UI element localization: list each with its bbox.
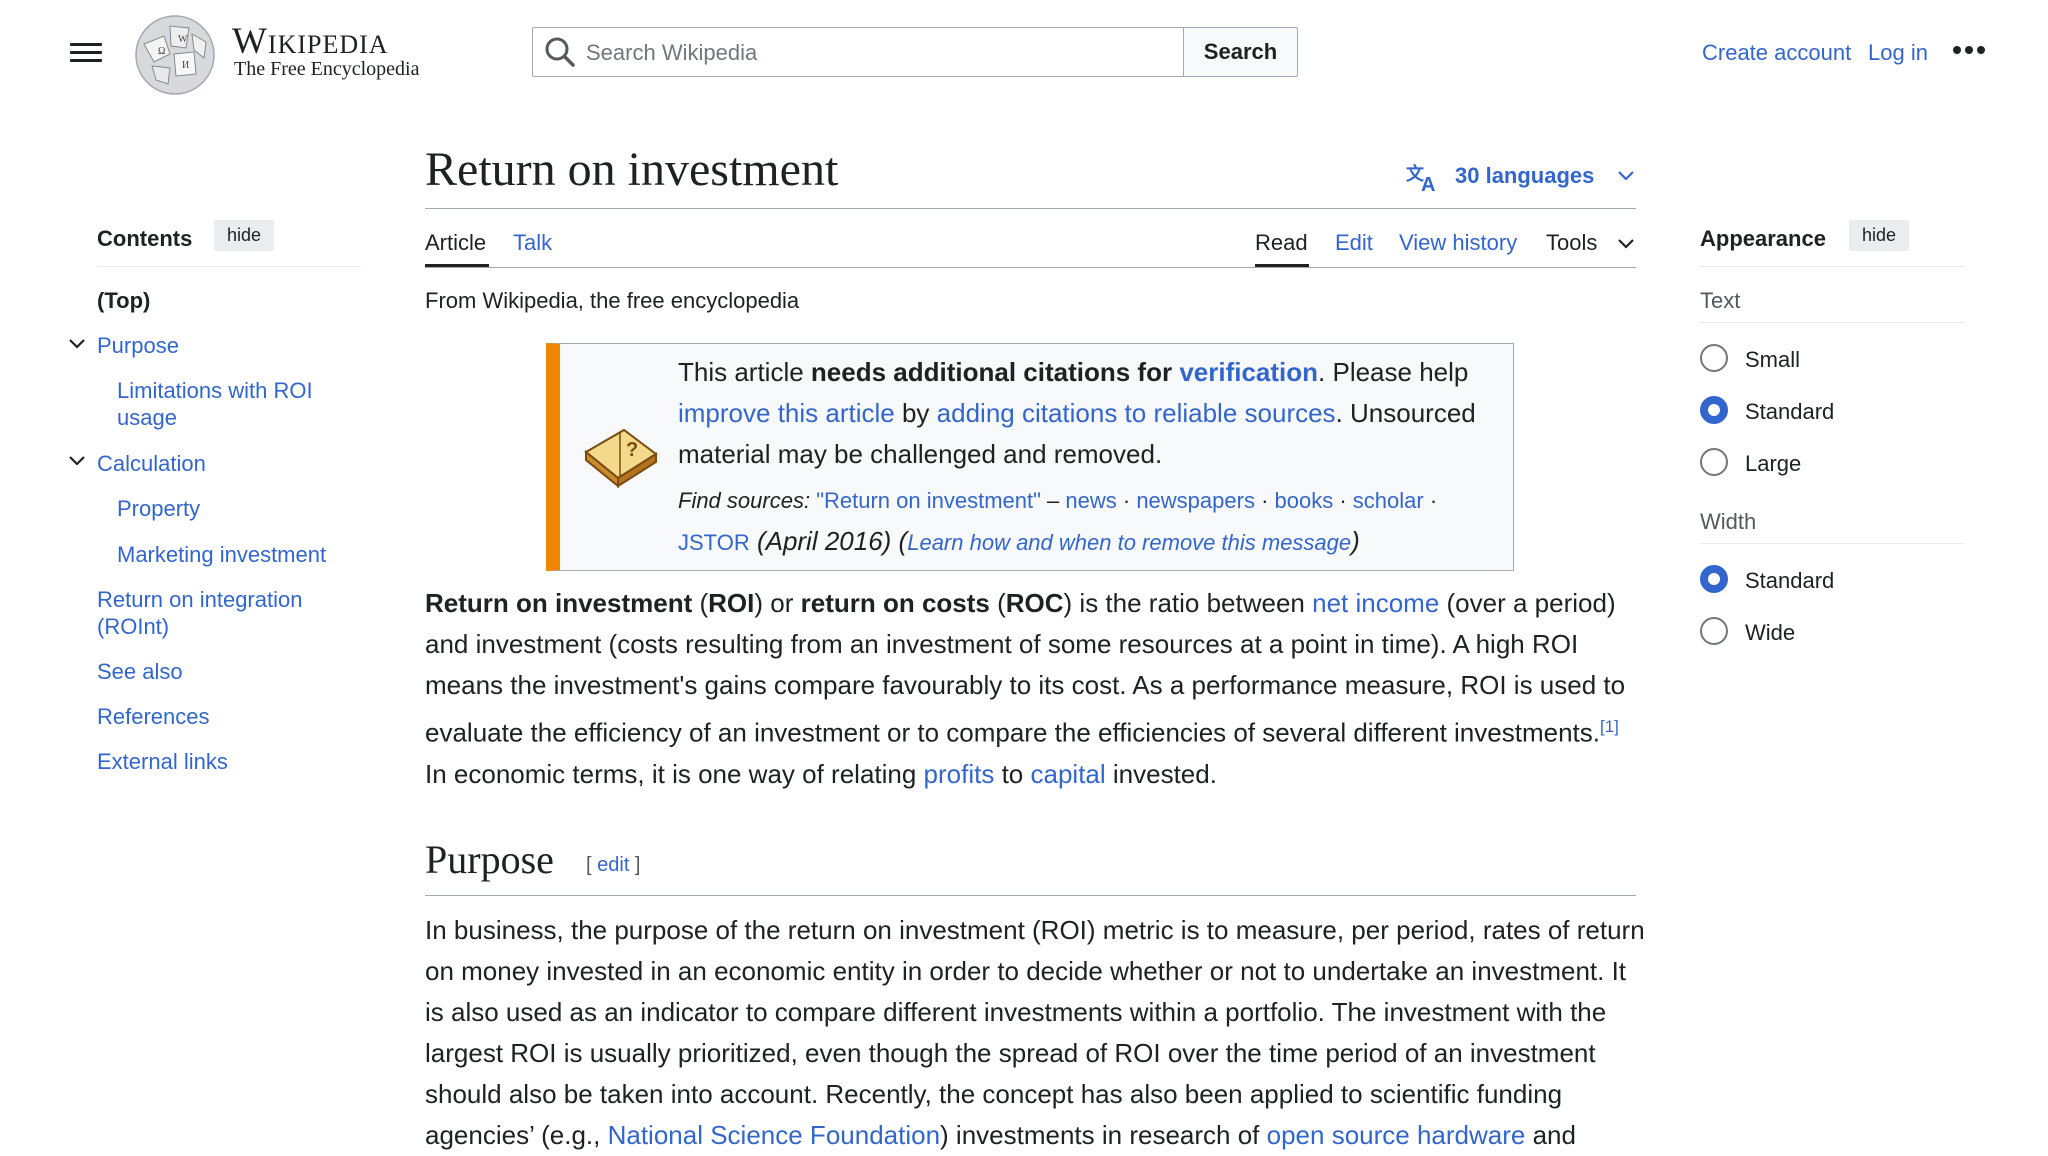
wikipedia-globe-logo[interactable]: Ω W И — [134, 14, 216, 96]
tabs-divider — [425, 267, 1636, 268]
width-wide-radio[interactable] — [1700, 617, 1728, 645]
language-icon[interactable]: 文 A — [1406, 162, 1442, 194]
svg-text:W: W — [178, 34, 188, 45]
toc-item-purpose[interactable]: Purpose — [97, 333, 179, 359]
chevron-down-icon[interactable] — [1617, 238, 1635, 250]
text-size-large-label[interactable]: Large — [1745, 451, 1801, 477]
source-query-link[interactable]: "Return on investment" — [816, 488, 1041, 513]
section-heading-purpose: Purpose — [425, 837, 554, 882]
more-options-icon[interactable] — [1952, 44, 1986, 56]
books-link[interactable]: books — [1275, 488, 1334, 513]
width-standard-radio[interactable] — [1700, 565, 1728, 593]
lead-paragraph: Return on investment (ROI) or return on … — [425, 588, 1626, 789]
toc-item-references[interactable]: References — [97, 704, 210, 730]
text-size-standard-radio[interactable] — [1700, 396, 1728, 424]
remove-message-link[interactable]: Learn how and when to remove this messag… — [907, 530, 1351, 555]
tab-talk[interactable]: Talk — [513, 230, 552, 256]
svg-text:A: A — [1421, 174, 1435, 194]
toc-title: Contents — [97, 226, 193, 251]
page-title: Return on investment — [425, 143, 839, 196]
chevron-down-icon[interactable] — [68, 455, 86, 467]
purpose-paragraph: In business, the purpose of the return o… — [425, 915, 1645, 1150]
reference-1[interactable]: [1] — [1600, 717, 1619, 736]
improve-article-link[interactable]: improve this article — [678, 398, 895, 428]
appearance-title: Appearance — [1700, 226, 1826, 251]
book-question-icon: ? — [584, 428, 658, 489]
edit-section-link[interactable]: edit — [597, 854, 629, 876]
text-size-standard-label[interactable]: Standard — [1745, 399, 1834, 425]
tab-article[interactable]: Article — [425, 230, 486, 256]
wikipedia-tagline: The Free Encyclopedia — [234, 58, 420, 80]
toc-item-property[interactable]: Property — [117, 496, 200, 522]
search-input[interactable] — [584, 31, 1178, 75]
width-wide-label[interactable]: Wide — [1745, 620, 1795, 646]
languages-button[interactable]: 30 languages — [1455, 163, 1594, 189]
text-size-small-label[interactable]: Small — [1745, 347, 1800, 373]
notice-text: This article needs additional citations … — [678, 357, 1476, 469]
svg-text:?: ? — [626, 439, 638, 461]
toc-item-return-on-integration[interactable]: Return on integration — [97, 587, 302, 613]
toc-item-limitations[interactable]: Limitations with ROI — [117, 378, 313, 404]
toc-item-marketing-investment[interactable]: Marketing investment — [117, 542, 326, 568]
svg-text:И: И — [182, 60, 189, 71]
site-subtitle: From Wikipedia, the free encyclopedia — [425, 288, 800, 313]
capital-link[interactable]: capital — [1031, 759, 1106, 789]
section-divider — [425, 895, 1636, 896]
tab-read[interactable]: Read — [1255, 230, 1308, 256]
login-link[interactable]: Log in — [1868, 40, 1928, 66]
chevron-down-icon[interactable] — [68, 338, 86, 350]
text-size-divider — [1700, 322, 1964, 323]
svg-text:Ω: Ω — [158, 46, 165, 57]
search-icon — [545, 37, 575, 67]
create-account-link[interactable]: Create account — [1702, 40, 1851, 66]
title-divider — [425, 208, 1636, 209]
tools-menu[interactable]: Tools — [1546, 230, 1597, 256]
tab-view-history[interactable]: View history — [1399, 230, 1517, 256]
wikipedia-wordmark[interactable]: Wikipedia — [232, 20, 389, 63]
toc-divider — [97, 266, 361, 267]
toc-item-external-links[interactable]: External links — [97, 749, 228, 775]
width-divider — [1700, 543, 1964, 544]
newspapers-link[interactable]: newspapers — [1136, 488, 1255, 513]
toc-item-calculation[interactable]: Calculation — [97, 451, 206, 477]
text-size-large-radio[interactable] — [1700, 448, 1728, 476]
toc-hide-button[interactable]: hide — [214, 220, 275, 251]
appearance-hide-button[interactable]: hide — [1849, 220, 1910, 251]
news-link[interactable]: news — [1065, 488, 1116, 513]
jstor-link[interactable]: JSTOR — [678, 530, 750, 555]
width-label: Width — [1700, 509, 1757, 534]
open-source-hardware-link[interactable]: open source hardware — [1267, 1120, 1526, 1150]
adding-citations-link[interactable]: adding citations to reliable sources — [937, 398, 1336, 428]
toc-item-return-on-integration-cont[interactable]: (ROInt) — [97, 614, 169, 640]
nsf-link[interactable]: National Science Foundation — [608, 1120, 940, 1150]
find-sources-line: Find sources: "Return on investment" – n… — [678, 488, 1438, 556]
tab-edit[interactable]: Edit — [1335, 230, 1373, 256]
scholar-link[interactable]: scholar — [1353, 488, 1424, 513]
toc-item-limitations-cont[interactable]: usage — [117, 405, 177, 431]
text-size-small-radio[interactable] — [1700, 344, 1728, 372]
toc-item-top[interactable]: (Top) — [97, 288, 150, 314]
width-standard-label[interactable]: Standard — [1745, 568, 1834, 594]
verification-link[interactable]: verification — [1179, 357, 1318, 387]
search-button[interactable]: Search — [1183, 27, 1298, 77]
text-size-label: Text — [1700, 288, 1741, 313]
profits-link[interactable]: profits — [924, 759, 995, 789]
chevron-down-icon[interactable] — [1617, 170, 1635, 182]
appearance-divider — [1700, 266, 1964, 267]
net-income-link[interactable]: net income — [1312, 588, 1439, 618]
section-edit: [ edit ] — [586, 854, 641, 876]
main-menu-button[interactable] — [68, 38, 104, 68]
toc-item-see-also[interactable]: See also — [97, 659, 183, 685]
